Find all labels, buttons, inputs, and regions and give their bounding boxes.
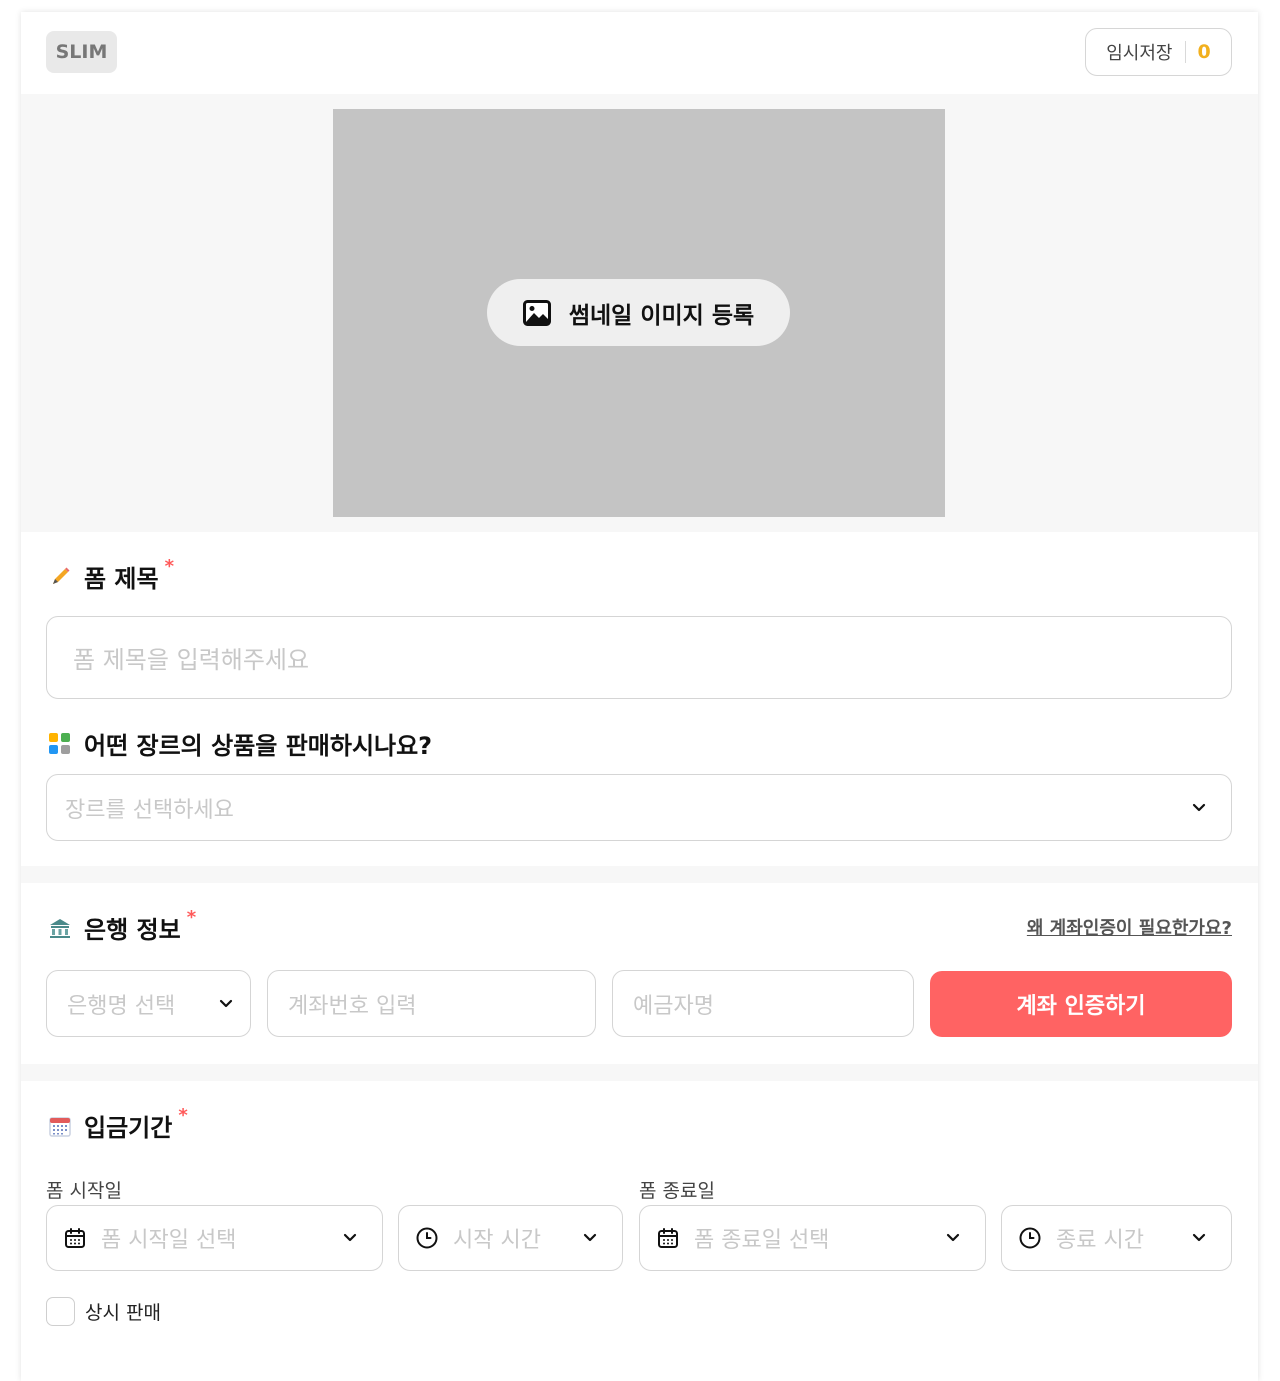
- end-time-placeholder: 종료 시간: [1056, 1228, 1144, 1253]
- end-time-select[interactable]: 종료 시간: [1001, 1205, 1232, 1271]
- chevron-down-icon: [219, 999, 233, 1007]
- account-holder-input[interactable]: 예금자명: [612, 970, 914, 1037]
- required-mark: *: [186, 907, 197, 928]
- end-date-placeholder: 폼 종료일 선택: [694, 1228, 830, 1253]
- section-divider: [21, 1064, 1258, 1081]
- pencil-icon: [48, 565, 72, 589]
- form-title-label: 폼 제목: [84, 565, 159, 593]
- account-holder-placeholder: 예금자명: [633, 993, 714, 1019]
- clock-icon: [416, 1227, 438, 1249]
- grid-icon: [48, 732, 72, 756]
- start-date-label: 폼 시작일: [46, 1180, 122, 1202]
- chevron-down-icon: [946, 1233, 960, 1242]
- genre-select[interactable]: 장르를 선택하세요: [46, 774, 1232, 841]
- clock-icon: [1019, 1227, 1041, 1249]
- start-date-placeholder: 폼 시작일 선택: [101, 1228, 237, 1253]
- thumbnail-section: 썸네일 이미지 등록: [21, 94, 1258, 532]
- genre-placeholder: 장르를 선택하세요: [65, 797, 234, 823]
- bank-name-select[interactable]: 은행명 선택: [46, 970, 251, 1037]
- form-title-placeholder: 폼 제목을 입력해주세요: [73, 646, 310, 674]
- period-section: 입금기간 * 폼 시작일 폼 종료일 폼 시작일 선택 시작 시간 폼 종료일 …: [21, 1081, 1258, 1381]
- form-title-input[interactable]: 폼 제목을 입력해주세요: [46, 616, 1232, 699]
- calendar-icon: [65, 1228, 85, 1248]
- bank-heading: 은행 정보 *: [48, 907, 197, 945]
- verify-account-button[interactable]: 계좌 인증하기: [930, 971, 1232, 1037]
- chevron-down-icon: [583, 1233, 597, 1242]
- bank-section: 은행 정보 * 왜 계좌인증이 필요한가요? 은행명 선택 계좌번호 입력 예금…: [21, 883, 1258, 1064]
- draft-save-label: 임시저장: [1106, 43, 1173, 64]
- draft-save-button[interactable]: 임시저장 0: [1085, 28, 1232, 76]
- divider: [1184, 41, 1186, 63]
- genre-heading: 어떤 장르의 상품을 판매하시나요?: [48, 726, 432, 761]
- chevron-down-icon: [1192, 803, 1206, 811]
- draft-count: 0: [1197, 41, 1211, 63]
- end-date-label: 폼 종료일: [639, 1180, 715, 1202]
- start-time-placeholder: 시작 시간: [453, 1228, 541, 1253]
- always-on-sale-label: 상시 판매: [85, 1302, 161, 1324]
- genre-label: 어떤 장르의 상품을 판매하시나요?: [84, 732, 433, 760]
- section-divider: [21, 866, 1258, 883]
- bank-name-placeholder: 은행명 선택: [67, 993, 176, 1019]
- always-on-sale-option[interactable]: 상시 판매: [46, 1297, 161, 1326]
- required-mark: *: [178, 1105, 188, 1126]
- period-heading: 입금기간 *: [48, 1105, 188, 1143]
- chevron-down-icon: [343, 1233, 357, 1242]
- account-help-link[interactable]: 왜 계좌인증이 필요한가요?: [1027, 914, 1232, 940]
- start-date-select[interactable]: 폼 시작일 선택: [46, 1205, 383, 1271]
- thumbnail-placeholder: 썸네일 이미지 등록: [333, 109, 945, 517]
- bank-label: 은행 정보: [84, 916, 181, 944]
- chevron-down-icon: [1192, 1233, 1206, 1242]
- calendar-icon: [658, 1228, 678, 1248]
- required-mark: *: [164, 556, 175, 577]
- basic-info-section: 폼 제목 * 폼 제목을 입력해주세요 어떤 장르의 상품을 판매하시나요? 장…: [21, 532, 1258, 866]
- brand-logo: SLIM: [46, 31, 117, 73]
- form-card: SLIM 임시저장 0 썸네일 이미지 등록 폼 제목 * 폼 제목을 입력해주…: [21, 12, 1258, 1381]
- account-number-placeholder: 계좌번호 입력: [288, 993, 417, 1019]
- top-bar: SLIM 임시저장 0: [21, 12, 1258, 94]
- bank-icon: [48, 916, 72, 940]
- thumbnail-upload-button[interactable]: 썸네일 이미지 등록: [487, 279, 790, 346]
- account-number-input[interactable]: 계좌번호 입력: [267, 970, 596, 1037]
- always-on-sale-checkbox[interactable]: [46, 1297, 75, 1326]
- image-icon: [522, 299, 551, 326]
- period-label: 입금기간: [84, 1114, 173, 1142]
- start-time-select[interactable]: 시작 시간: [398, 1205, 623, 1271]
- calendar-color-icon: [48, 1114, 72, 1138]
- form-title-heading: 폼 제목 *: [48, 556, 175, 594]
- end-date-select[interactable]: 폼 종료일 선택: [639, 1205, 986, 1271]
- thumbnail-upload-label: 썸네일 이미지 등록: [568, 302, 755, 329]
